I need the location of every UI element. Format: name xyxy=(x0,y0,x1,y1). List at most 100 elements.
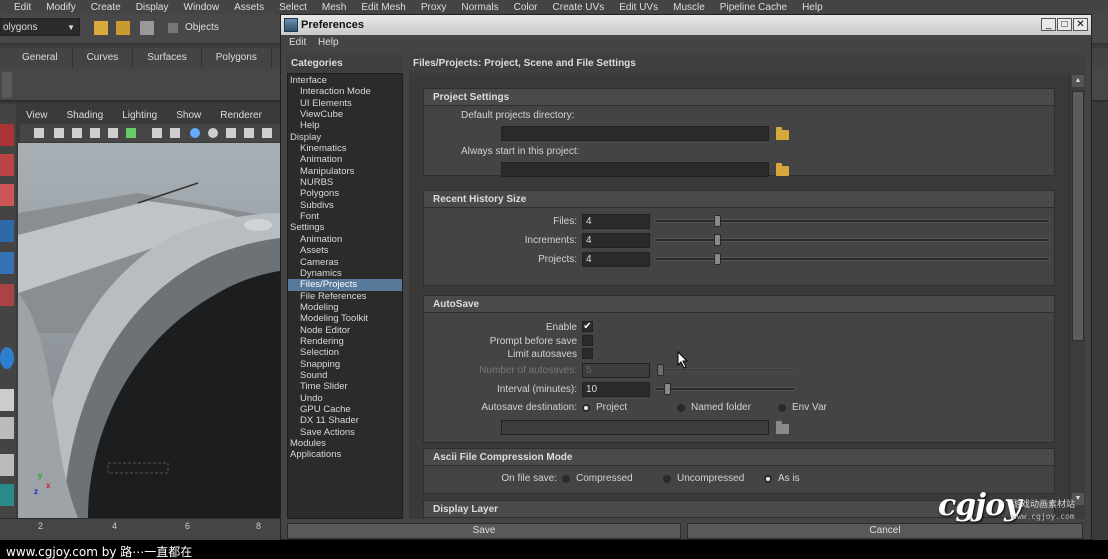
category-item[interactable]: Help xyxy=(288,120,402,131)
shelf-tab[interactable]: General xyxy=(0,48,73,68)
interval-slider[interactable] xyxy=(654,387,796,391)
panel-toolbar-icons[interactable] xyxy=(20,124,280,142)
close-button[interactable]: ✕ xyxy=(1073,18,1088,31)
time-slider[interactable]: 2 4 6 8 xyxy=(0,518,285,540)
menubar-item[interactable]: Normals xyxy=(461,2,498,13)
category-item[interactable]: Dynamics xyxy=(288,268,402,279)
sphere-icon[interactable] xyxy=(0,347,14,369)
menubar-item[interactable]: Select xyxy=(279,2,307,13)
layout-four-icon[interactable] xyxy=(0,417,14,439)
selection-mask-icon[interactable] xyxy=(168,23,178,33)
category-item[interactable]: UI Elements xyxy=(288,98,402,109)
files-slider-thumb[interactable] xyxy=(714,215,722,227)
menubar-item[interactable]: Create UVs xyxy=(553,2,605,13)
minimize-button[interactable]: _ xyxy=(1041,18,1056,31)
lasso-tool-icon[interactable] xyxy=(0,154,14,176)
menubar-item[interactable]: Assets xyxy=(234,2,264,13)
number-autosaves-field[interactable]: 5 xyxy=(582,363,650,378)
increments-field[interactable]: 4 xyxy=(582,233,650,248)
always-start-field[interactable] xyxy=(501,162,769,177)
category-item[interactable]: Subdivs xyxy=(288,200,402,211)
scroll-up-icon[interactable]: ▲ xyxy=(1072,75,1084,87)
new-scene-icon[interactable] xyxy=(94,21,108,35)
category-item[interactable]: Snapping xyxy=(288,359,402,370)
folder-icon[interactable] xyxy=(776,163,789,176)
panel-menu-item[interactable]: Renderer xyxy=(214,110,262,124)
folder-icon[interactable] xyxy=(776,127,789,140)
category-item[interactable]: Cameras xyxy=(288,257,402,268)
interval-field[interactable]: 10 xyxy=(582,382,650,397)
rotate-tool-icon[interactable] xyxy=(0,252,14,274)
panel-menu-item[interactable]: View xyxy=(20,110,48,124)
number-autosaves-thumb[interactable] xyxy=(656,364,664,376)
uncompressed-radio[interactable] xyxy=(663,475,671,483)
open-folder-icon[interactable] xyxy=(116,21,130,35)
as-is-radio[interactable] xyxy=(764,475,772,483)
menu-set-selector[interactable]: olygons ▼ xyxy=(0,18,80,36)
menubar-item[interactable]: Window xyxy=(184,2,220,13)
section-recent-history[interactable]: Recent History Size xyxy=(423,190,1055,208)
category-item[interactable]: Undo xyxy=(288,393,402,404)
menubar-item[interactable]: Proxy xyxy=(421,2,447,13)
limit-checkbox[interactable] xyxy=(582,348,593,359)
paint-tool-icon[interactable] xyxy=(0,184,14,206)
category-item[interactable]: DX 11 Shader xyxy=(288,415,402,426)
category-item[interactable]: Interaction Mode xyxy=(288,86,402,97)
menubar-item[interactable]: Color xyxy=(514,2,538,13)
category-item[interactable]: Save Actions xyxy=(288,427,402,438)
shelf-tab[interactable]: Surfaces xyxy=(133,48,202,68)
destination-named-folder-radio[interactable] xyxy=(677,404,685,412)
files-field[interactable]: 4 xyxy=(582,214,650,229)
category-item[interactable]: Sound xyxy=(288,370,402,381)
prompt-checkbox[interactable] xyxy=(582,335,593,346)
category-item[interactable]: Interface xyxy=(288,75,402,86)
save-icon[interactable] xyxy=(140,21,154,35)
category-item[interactable]: GPU Cache xyxy=(288,404,402,415)
layout-single-icon[interactable] xyxy=(0,389,14,411)
category-item[interactable]: Display xyxy=(288,132,402,143)
autosave-folder-field[interactable] xyxy=(501,420,769,435)
category-item[interactable]: Files/Projects xyxy=(288,279,402,291)
category-item[interactable]: Modeling xyxy=(288,302,402,313)
menubar-item[interactable]: Help xyxy=(802,2,823,13)
category-item[interactable]: Modeling Toolkit xyxy=(288,313,402,324)
menu-edit[interactable]: Edit xyxy=(289,37,306,48)
category-item[interactable]: Animation xyxy=(288,154,402,165)
compressed-radio[interactable] xyxy=(562,475,570,483)
destination-env-var-radio[interactable] xyxy=(778,404,786,412)
projects-field[interactable]: 4 xyxy=(582,252,650,267)
panel-menu-item[interactable]: Lighting xyxy=(116,110,157,124)
category-item[interactable]: Time Slider xyxy=(288,381,402,392)
menubar-item[interactable]: Edit xyxy=(14,2,31,13)
menubar-item[interactable]: Muscle xyxy=(673,2,705,13)
category-item[interactable]: Selection xyxy=(288,347,402,358)
layout-side-icon[interactable] xyxy=(0,454,14,476)
preferences-titlebar[interactable]: Preferences _ □ ✕ xyxy=(281,15,1091,35)
select-tool-icon[interactable] xyxy=(0,124,14,146)
shelf-tab[interactable]: Polygons xyxy=(202,48,272,68)
category-item[interactable]: Polygons xyxy=(288,188,402,199)
category-item[interactable]: Assets xyxy=(288,245,402,256)
move-tool-icon[interactable] xyxy=(0,220,14,242)
section-ascii-compression[interactable]: Ascii File Compression Mode xyxy=(423,448,1055,466)
destination-project-radio[interactable] xyxy=(582,404,590,412)
section-autosave[interactable]: AutoSave xyxy=(423,295,1055,313)
menubar-item[interactable]: Pipeline Cache xyxy=(720,2,787,13)
scale-tool-icon[interactable] xyxy=(0,284,14,306)
category-item[interactable]: Kinematics xyxy=(288,143,402,154)
maximize-button[interactable]: □ xyxy=(1057,18,1072,31)
save-button[interactable]: Save xyxy=(287,523,681,539)
category-item[interactable]: Animation xyxy=(288,234,402,245)
category-item[interactable]: File References xyxy=(288,291,402,302)
panel-menu-item[interactable]: Shading xyxy=(61,110,104,124)
category-item[interactable]: Modules xyxy=(288,438,402,449)
interval-slider-thumb[interactable] xyxy=(663,383,671,395)
menubar-item[interactable]: Create xyxy=(91,2,121,13)
categories-list[interactable]: Interface Interaction Mode UI Elements View… xyxy=(287,73,403,519)
menubar-item[interactable]: Edit Mesh xyxy=(361,2,405,13)
panel-menu-item[interactable]: Show xyxy=(170,110,201,124)
category-item[interactable]: Applications xyxy=(288,449,402,460)
category-item[interactable]: Font xyxy=(288,211,402,222)
increments-slider-thumb[interactable] xyxy=(714,234,722,246)
number-autosaves-slider[interactable] xyxy=(654,368,796,372)
